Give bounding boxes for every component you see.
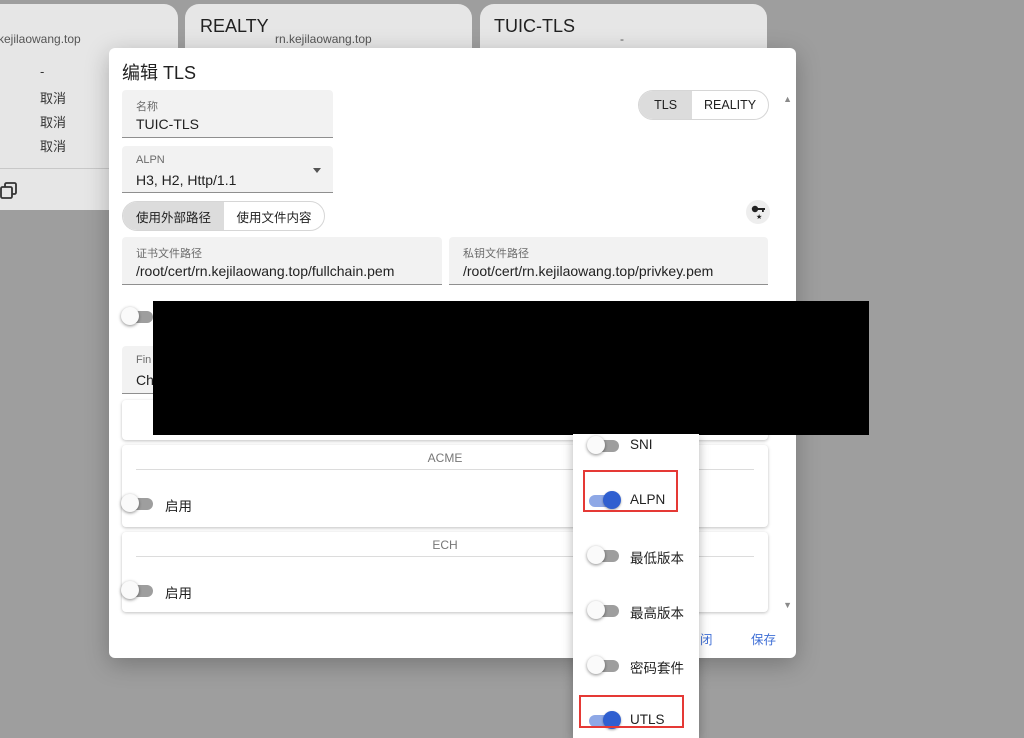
- redaction-block: [153, 301, 869, 435]
- card-subtitle: -: [620, 32, 624, 46]
- menu-item-sni[interactable]: SNI: [573, 434, 699, 466]
- card-dash: -: [40, 64, 45, 79]
- partial-value: Ch: [136, 372, 154, 388]
- key-icon[interactable]: ★: [746, 200, 770, 224]
- card-title: REALTY: [200, 16, 269, 36]
- menu-item-cipher-suites[interactable]: 密码套件: [573, 646, 699, 686]
- key-glyph-icon: ★: [751, 205, 765, 220]
- menu-item-label: 最低版本: [630, 551, 684, 566]
- menu-item-label: 最高版本: [630, 606, 684, 621]
- acme-enable-label: 启用: [165, 499, 192, 514]
- card-title: TUIC-TLS: [494, 16, 575, 36]
- tab-tls[interactable]: TLS: [639, 91, 693, 119]
- dialog-title: 编辑 TLS: [122, 63, 197, 83]
- key-path-value: /root/cert/rn.kejilaowang.top/privkey.pe…: [463, 263, 714, 279]
- cancel-link[interactable]: 取消: [40, 112, 66, 131]
- chevron-down-icon: [313, 168, 321, 173]
- partial-toggle[interactable]: [121, 306, 155, 326]
- cert-source-toggle: 使用外部路径 使用文件内容: [122, 201, 325, 231]
- copy-icon[interactable]: [0, 182, 18, 200]
- cert-path-field[interactable]: 证书文件路径 /root/cert/rn.kejilaowang.top/ful…: [122, 237, 442, 285]
- cancel-link[interactable]: 取消: [40, 88, 66, 107]
- tab-reality[interactable]: REALITY: [692, 91, 768, 119]
- alpn-highlight-box: [583, 470, 678, 512]
- tls-type-toggle: TLS REALITY: [638, 90, 769, 120]
- ech-enable-label: 启用: [165, 586, 192, 601]
- tab-file-content[interactable]: 使用文件内容: [224, 202, 324, 230]
- name-label: 名称: [136, 101, 158, 113]
- name-field[interactable]: 名称 TUIC-TLS: [122, 90, 333, 138]
- svg-text:★: ★: [756, 213, 762, 220]
- scroll-down-arrow-icon[interactable]: ▼: [783, 600, 792, 610]
- key-path-label: 私钥文件路径: [463, 248, 529, 260]
- utls-highlight-box: [579, 695, 684, 728]
- cert-path-value: /root/cert/rn.kejilaowang.top/fullchain.…: [136, 263, 395, 279]
- alpn-label: ALPN: [136, 154, 165, 166]
- menu-item-label: 密码套件: [630, 661, 684, 676]
- acme-enable-toggle[interactable]: [121, 493, 155, 513]
- tab-external-path[interactable]: 使用外部路径: [123, 202, 224, 230]
- card-subtitle: rn.kejilaowang.top: [275, 32, 372, 46]
- scroll-up-arrow-icon[interactable]: ▲: [783, 94, 792, 104]
- menu-item-min-version[interactable]: 最低版本: [573, 536, 699, 576]
- alpn-value: H3, H2, Http/1.1: [136, 172, 237, 188]
- close-button[interactable]: 闭: [700, 629, 713, 648]
- menu-item-label: SNI: [630, 437, 653, 452]
- name-value: TUIC-TLS: [136, 116, 199, 132]
- ech-enable-toggle[interactable]: [121, 580, 155, 600]
- save-button[interactable]: 保存: [751, 629, 776, 648]
- menu-item-max-version[interactable]: 最高版本: [573, 591, 699, 631]
- cancel-link[interactable]: 取消: [40, 136, 66, 155]
- key-path-field[interactable]: 私钥文件路径 /root/cert/rn.kejilaowang.top/pri…: [449, 237, 768, 285]
- alpn-select[interactable]: ALPN H3, H2, Http/1.1: [122, 146, 333, 193]
- partial-label: Fin: [136, 354, 152, 366]
- cert-path-label: 证书文件路径: [136, 248, 202, 260]
- card-subtitle: kejilaowang.top: [0, 32, 81, 46]
